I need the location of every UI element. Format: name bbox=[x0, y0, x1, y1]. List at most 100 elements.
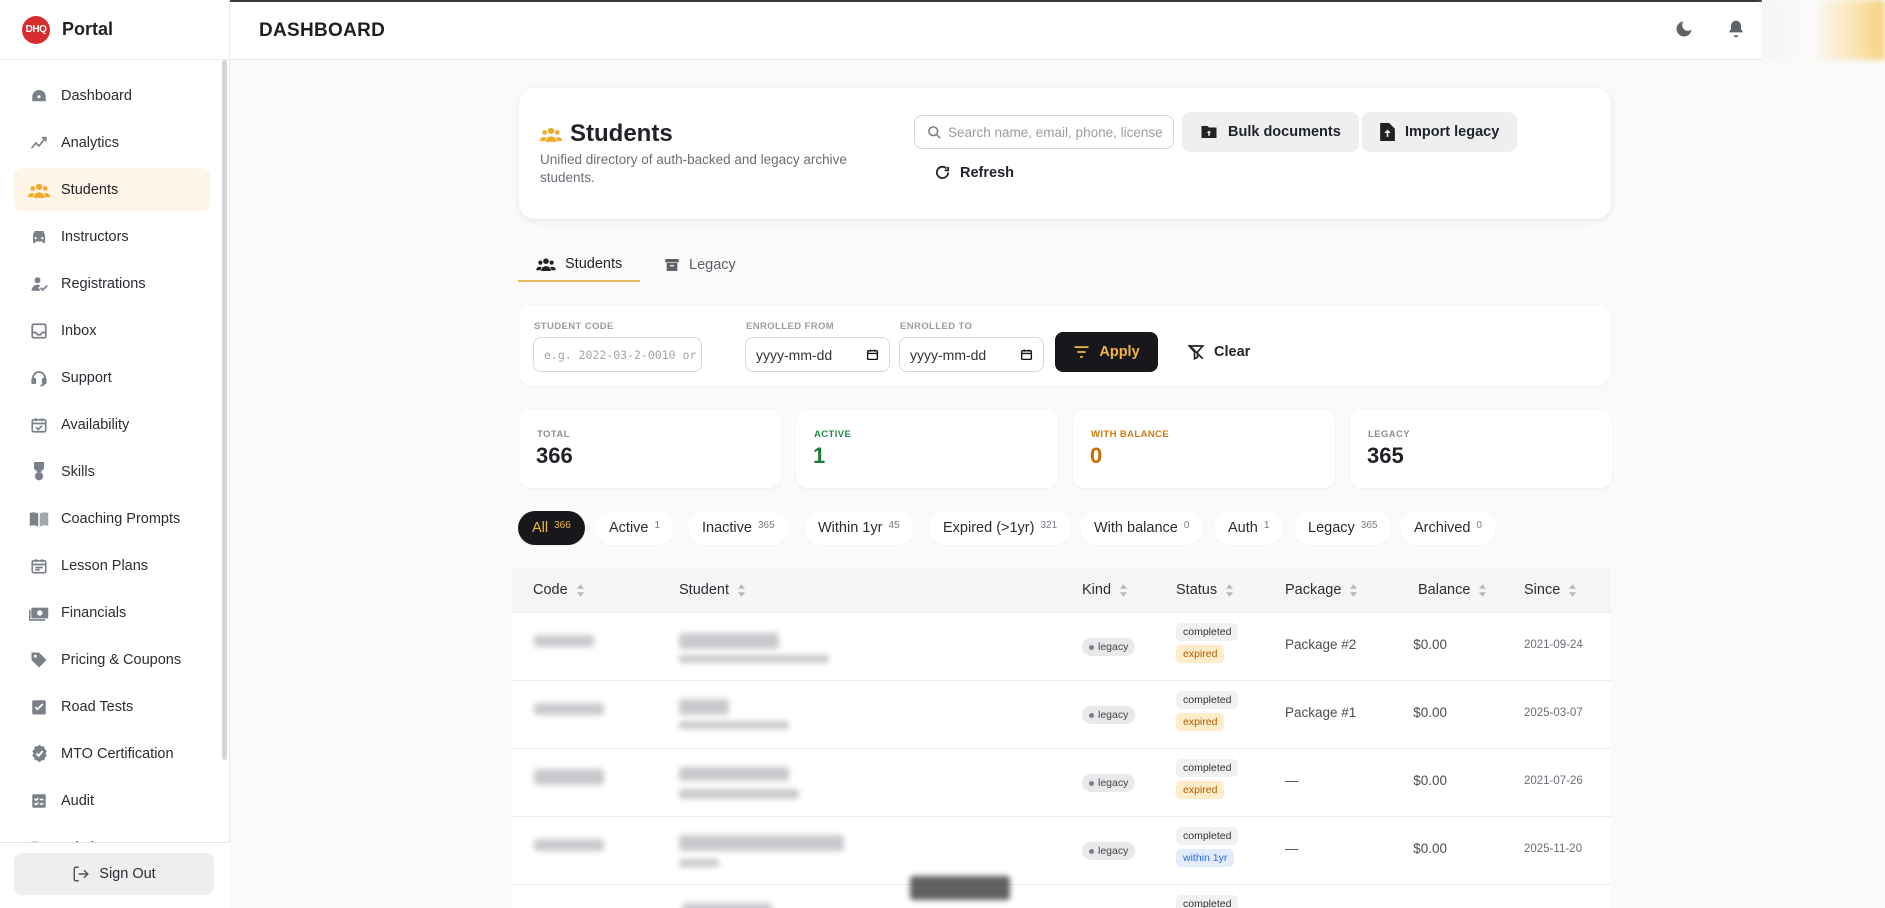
car-icon bbox=[28, 226, 50, 248]
sidebar-nav: Dashboard Analytics Students Instructors Reg… bbox=[14, 74, 210, 844]
redacted-text bbox=[679, 655, 829, 663]
chip-count: 45 bbox=[888, 519, 900, 531]
chip-auth[interactable]: Auth 1 bbox=[1214, 511, 1284, 545]
sort-icon bbox=[1349, 583, 1358, 598]
chip-archived[interactable]: Archived 0 bbox=[1400, 511, 1496, 545]
student-code-input[interactable]: e.g. 2022-03-2-0010 or 2022 bbox=[533, 337, 702, 372]
sidebar-item-inbox[interactable]: Inbox bbox=[14, 309, 210, 352]
sign-out-button[interactable]: Sign Out bbox=[14, 853, 214, 895]
sidebar-scrollbar[interactable] bbox=[222, 60, 227, 760]
chip-label: Inactive bbox=[702, 520, 752, 536]
tab-legacy[interactable]: Legacy bbox=[646, 247, 754, 282]
sidebar-item-skills[interactable]: Skills bbox=[14, 450, 210, 493]
sidebar-item-financials[interactable]: Financials bbox=[14, 591, 210, 634]
archive-icon bbox=[664, 257, 680, 273]
column-code-label: Code bbox=[533, 582, 568, 598]
chip-label: Expired (>1yr) bbox=[943, 520, 1035, 536]
sign-out-label: Sign Out bbox=[99, 866, 156, 882]
chip-within-1yr[interactable]: Within 1yr 45 bbox=[804, 511, 914, 545]
user-avatar-blurred[interactable] bbox=[1762, 0, 1885, 60]
table-row[interactable]: legacy completed expired — $0.00 2021-07-26 bbox=[512, 748, 1611, 816]
brand[interactable]: DHQ Portal bbox=[0, 0, 229, 60]
sidebar-item-students[interactable]: Students bbox=[14, 168, 210, 211]
brand-logo: DHQ bbox=[22, 15, 50, 44]
sidebar-item-mto-certification[interactable]: MTO Certification bbox=[14, 732, 210, 775]
sidebar-item-lesson-plans[interactable]: Lesson Plans bbox=[14, 544, 210, 587]
status-badge: completed bbox=[1176, 827, 1239, 845]
sidebar-item-dashboard[interactable]: Dashboard bbox=[14, 74, 210, 117]
chip-legacy[interactable]: Legacy 365 bbox=[1294, 511, 1392, 545]
chip-with-balance[interactable]: With balance 0 bbox=[1080, 511, 1204, 545]
table-row[interactable]: legacycompleted bbox=[512, 884, 1611, 908]
table-row[interactable]: legacy completed expired Package #2 $0.00 202… bbox=[512, 612, 1611, 680]
column-kind[interactable]: Kind bbox=[1082, 568, 1128, 612]
bulk-documents-label: Bulk documents bbox=[1228, 124, 1341, 140]
bell-icon[interactable] bbox=[1726, 19, 1750, 43]
status-badge: completed bbox=[1176, 759, 1239, 777]
stat-legacy-label: LEGACY bbox=[1368, 429, 1410, 440]
bulk-documents-button[interactable]: Bulk documents bbox=[1182, 112, 1359, 152]
column-balance[interactable]: Balance bbox=[1418, 568, 1487, 612]
refresh-label: Refresh bbox=[960, 164, 1014, 181]
sidebar-item-support[interactable]: Support bbox=[14, 356, 210, 399]
analytics-icon bbox=[28, 132, 50, 154]
calendar-icon[interactable] bbox=[1020, 348, 1033, 361]
package-cell: — bbox=[1285, 773, 1299, 788]
table-row[interactable]: legacy completed expired Package #1 $0.00 202… bbox=[512, 680, 1611, 748]
table-row[interactable]: legacy completed within 1yr — $0.00 2025-11-2… bbox=[512, 816, 1611, 884]
students-title: Students bbox=[540, 120, 673, 148]
stat-legacy-value: 365 bbox=[1367, 443, 1404, 468]
sidebar-item-instructors[interactable]: Instructors bbox=[14, 215, 210, 258]
students-title-text: Students bbox=[570, 120, 673, 147]
sidebar-item-registrations[interactable]: Registrations bbox=[14, 262, 210, 305]
kind-badge: legacy bbox=[1082, 706, 1136, 724]
status-sub-badge: expired bbox=[1176, 645, 1225, 663]
chip-inactive[interactable]: Inactive 365 bbox=[688, 511, 789, 545]
sidebar-item-label: Students bbox=[61, 181, 119, 198]
signout-area: Sign Out bbox=[0, 842, 230, 908]
enrolled-from-input[interactable]: yyyy-mm-dd bbox=[745, 337, 890, 372]
column-status[interactable]: Status bbox=[1176, 568, 1234, 612]
redacted-text bbox=[534, 703, 604, 715]
students-header-card: Students Unified directory of auth-backe… bbox=[519, 88, 1611, 219]
redacted-text bbox=[679, 699, 729, 715]
sidebar-item-label: Pricing & Coupons bbox=[61, 651, 182, 668]
package-cell: Package #2 bbox=[1285, 637, 1357, 652]
chip-count: 366 bbox=[554, 519, 571, 531]
students-table: Code Student Kind Status Package Balance… bbox=[512, 568, 1611, 908]
tab-students[interactable]: Students bbox=[518, 247, 641, 282]
sidebar-item-availability[interactable]: Availability bbox=[14, 403, 210, 446]
column-package[interactable]: Package bbox=[1285, 568, 1358, 612]
sidebar-item-label: Availability bbox=[61, 416, 130, 433]
balance-cell: $0.00 bbox=[1413, 841, 1447, 856]
clear-button[interactable]: Clear bbox=[1187, 332, 1250, 372]
sidebar-item-road-tests[interactable]: Road Tests bbox=[14, 685, 210, 728]
chip-label: With balance bbox=[1094, 520, 1178, 536]
stat-legacy: LEGACY 365 bbox=[1350, 409, 1612, 488]
chip-label: Archived bbox=[1414, 520, 1471, 536]
column-code[interactable]: Code bbox=[533, 568, 585, 612]
apply-label: Apply bbox=[1099, 344, 1140, 360]
sidebar-item-label: Coaching Prompts bbox=[61, 510, 181, 527]
chip-active[interactable]: Active 1 bbox=[595, 511, 675, 545]
enrolled-to-input[interactable]: yyyy-mm-dd bbox=[899, 337, 1044, 372]
moon-icon[interactable] bbox=[1674, 19, 1698, 43]
chip-expired-1yr[interactable]: Expired (>1yr) 321 bbox=[929, 511, 1072, 545]
chip-all[interactable]: All 366 bbox=[518, 511, 585, 545]
book-icon bbox=[28, 508, 50, 530]
sidebar-item-pricing-coupons[interactable]: Pricing & Coupons bbox=[14, 638, 210, 681]
calendar-icon[interactable] bbox=[866, 348, 879, 361]
chip-count: 365 bbox=[757, 519, 775, 531]
sidebar-item-coaching-prompts[interactable]: Coaching Prompts bbox=[14, 497, 210, 540]
import-legacy-button[interactable]: Import legacy bbox=[1362, 112, 1518, 152]
column-since[interactable]: Since bbox=[1524, 568, 1577, 612]
sidebar-item-analytics[interactable]: Analytics bbox=[14, 121, 210, 164]
dashboard-icon bbox=[28, 85, 50, 107]
refresh-button[interactable]: Refresh bbox=[934, 164, 1014, 181]
column-student[interactable]: Student bbox=[679, 568, 746, 612]
student-search[interactable] bbox=[914, 115, 1174, 149]
students-icon bbox=[540, 125, 562, 143]
sidebar-item-audit[interactable]: Audit bbox=[14, 779, 210, 822]
apply-button[interactable]: Apply bbox=[1055, 332, 1158, 372]
search-input[interactable] bbox=[948, 124, 1163, 140]
